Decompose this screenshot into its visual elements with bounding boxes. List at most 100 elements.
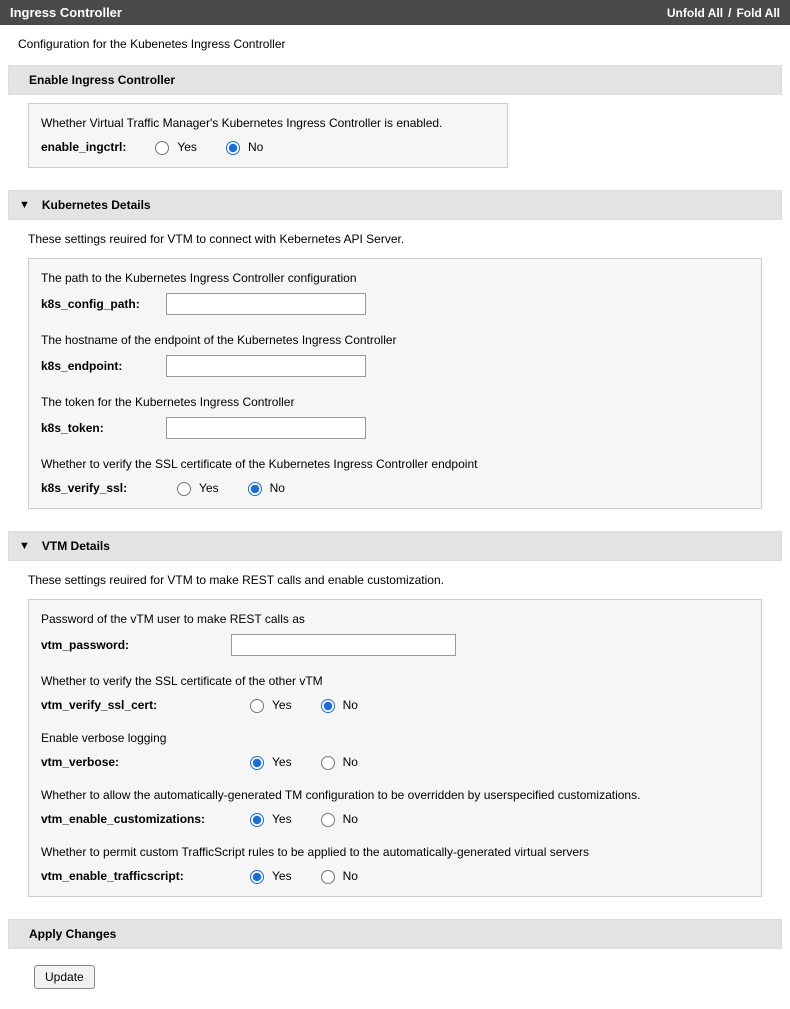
- vtm-customizations-yes-radio[interactable]: [250, 813, 264, 827]
- k8s-token-input[interactable]: [166, 417, 366, 439]
- vtm-customizations-row: vtm_enable_customizations: Yes No: [41, 810, 749, 827]
- enable-ingctrl-yes-label: Yes: [177, 140, 197, 154]
- vtm-verbose-label: vtm_verbose:: [41, 755, 231, 769]
- k8s-verify-ssl-yes-label: Yes: [199, 481, 219, 495]
- k8s-verify-ssl-yes-radio[interactable]: [177, 482, 191, 496]
- k8s-verify-ssl-no-option[interactable]: No: [243, 479, 285, 496]
- collapse-icon: ▼: [19, 199, 30, 211]
- k8s-verify-ssl-label: k8s_verify_ssl:: [41, 481, 166, 495]
- vtm-password-desc: Password of the vTM user to make REST ca…: [41, 612, 749, 626]
- page-description: Configuration for the Kubenetes Ingress …: [0, 25, 790, 65]
- vtm-customizations-no-option[interactable]: No: [316, 810, 358, 827]
- enable-ingctrl-label: enable_ingctrl:: [41, 140, 126, 154]
- vtm-verify-ssl-yes-label: Yes: [272, 698, 292, 712]
- section-header-vtm[interactable]: ▼ VTM Details: [8, 531, 782, 561]
- enable-ingctrl-yes-radio[interactable]: [155, 141, 169, 155]
- vtm-desc: These settings reuired for VTM to make R…: [0, 569, 790, 599]
- k8s-verify-ssl-yes-option[interactable]: Yes: [172, 479, 219, 496]
- vtm-verbose-no-label: No: [343, 755, 358, 769]
- k8s-token-row: k8s_token:: [41, 417, 749, 439]
- k8s-verify-ssl-no-label: No: [270, 481, 285, 495]
- vtm-verify-ssl-yes-option[interactable]: Yes: [245, 696, 292, 713]
- titlebar-sep: /: [728, 6, 731, 20]
- enable-ingctrl-radio-group: Yes No: [150, 138, 263, 155]
- k8s-verify-ssl-no-radio[interactable]: [248, 482, 262, 496]
- vtm-verbose-yes-option[interactable]: Yes: [245, 753, 292, 770]
- vtm-verbose-no-radio[interactable]: [321, 756, 335, 770]
- titlebar: Ingress Controller Unfold All / Fold All: [0, 0, 790, 25]
- vtm-customizations-desc: Whether to allow the automatically-gener…: [41, 788, 749, 802]
- k8s-token-desc: The token for the Kubernetes Ingress Con…: [41, 395, 749, 409]
- k8s-token-label: k8s_token:: [41, 421, 166, 435]
- vtm-password-label: vtm_password:: [41, 638, 231, 652]
- vtm-verbose-no-option[interactable]: No: [316, 753, 358, 770]
- page-title: Ingress Controller: [10, 5, 122, 20]
- vtm-verbose-block: Enable verbose logging vtm_verbose: Yes …: [41, 731, 749, 770]
- vtm-verbose-radio-group: Yes No: [245, 753, 358, 770]
- enable-ingctrl-yes-option[interactable]: Yes: [150, 138, 197, 155]
- titlebar-actions: Unfold All / Fold All: [667, 6, 780, 20]
- update-wrap: Update: [0, 957, 790, 1009]
- vtm-trafficscript-row: vtm_enable_trafficscript: Yes No: [41, 867, 749, 884]
- vtm-verify-ssl-yes-radio[interactable]: [250, 699, 264, 713]
- panel-k8s: The path to the Kubernetes Ingress Contr…: [28, 258, 762, 509]
- k8s-verify-ssl-block: Whether to verify the SSL certificate of…: [41, 457, 749, 496]
- vtm-password-row: vtm_password:: [41, 634, 749, 656]
- k8s-endpoint-label: k8s_endpoint:: [41, 359, 166, 373]
- fold-all-link[interactable]: Fold All: [736, 6, 780, 20]
- panel-enable: Whether Virtual Traffic Manager's Kubern…: [28, 103, 508, 168]
- vtm-trafficscript-yes-option[interactable]: Yes: [245, 867, 292, 884]
- vtm-password-block: Password of the vTM user to make REST ca…: [41, 612, 749, 656]
- vtm-verify-ssl-desc: Whether to verify the SSL certificate of…: [41, 674, 749, 688]
- vtm-trafficscript-block: Whether to permit custom TrafficScript r…: [41, 845, 749, 884]
- vtm-customizations-no-radio[interactable]: [321, 813, 335, 827]
- k8s-token-block: The token for the Kubernetes Ingress Con…: [41, 395, 749, 439]
- vtm-customizations-no-label: No: [343, 812, 358, 826]
- k8s-config-path-desc: The path to the Kubernetes Ingress Contr…: [41, 271, 749, 285]
- vtm-trafficscript-desc: Whether to permit custom TrafficScript r…: [41, 845, 749, 859]
- k8s-endpoint-input[interactable]: [166, 355, 366, 377]
- vtm-trafficscript-no-radio[interactable]: [321, 870, 335, 884]
- section-header-vtm-label: VTM Details: [42, 539, 110, 553]
- vtm-verify-ssl-no-label: No: [343, 698, 358, 712]
- vtm-customizations-yes-option[interactable]: Yes: [245, 810, 292, 827]
- k8s-config-path-row: k8s_config_path:: [41, 293, 749, 315]
- vtm-verbose-yes-radio[interactable]: [250, 756, 264, 770]
- vtm-trafficscript-yes-radio[interactable]: [250, 870, 264, 884]
- vtm-customizations-label: vtm_enable_customizations:: [41, 812, 231, 826]
- vtm-verbose-row: vtm_verbose: Yes No: [41, 753, 749, 770]
- k8s-endpoint-block: The hostname of the endpoint of the Kube…: [41, 333, 749, 377]
- section-header-apply-label: Apply Changes: [29, 927, 116, 941]
- k8s-config-path-input[interactable]: [166, 293, 366, 315]
- enable-ingctrl-no-radio[interactable]: [226, 141, 240, 155]
- vtm-trafficscript-no-option[interactable]: No: [316, 867, 358, 884]
- enable-desc: Whether Virtual Traffic Manager's Kubern…: [41, 116, 495, 130]
- vtm-verify-ssl-block: Whether to verify the SSL certificate of…: [41, 674, 749, 713]
- k8s-verify-ssl-row: k8s_verify_ssl: Yes No: [41, 479, 749, 496]
- vtm-verbose-yes-label: Yes: [272, 755, 292, 769]
- vtm-trafficscript-yes-label: Yes: [272, 869, 292, 883]
- k8s-verify-ssl-radio-group: Yes No: [172, 479, 285, 496]
- vtm-password-input[interactable]: [231, 634, 456, 656]
- vtm-customizations-yes-label: Yes: [272, 812, 292, 826]
- unfold-all-link[interactable]: Unfold All: [667, 6, 723, 20]
- k8s-config-path-label: k8s_config_path:: [41, 297, 166, 311]
- section-header-apply[interactable]: Apply Changes: [8, 919, 782, 949]
- section-header-enable-label: Enable Ingress Controller: [29, 73, 175, 87]
- section-header-enable[interactable]: Enable Ingress Controller: [8, 65, 782, 95]
- collapse-icon: ▼: [19, 540, 30, 552]
- vtm-verify-ssl-radio-group: Yes No: [245, 696, 358, 713]
- vtm-verify-ssl-no-radio[interactable]: [321, 699, 335, 713]
- enable-ingctrl-no-option[interactable]: No: [221, 138, 263, 155]
- vtm-trafficscript-label: vtm_enable_trafficscript:: [41, 869, 231, 883]
- vtm-verify-ssl-no-option[interactable]: No: [316, 696, 358, 713]
- vtm-verify-ssl-row: vtm_verify_ssl_cert: Yes No: [41, 696, 749, 713]
- k8s-desc: These settings reuired for VTM to connec…: [0, 228, 790, 258]
- vtm-customizations-radio-group: Yes No: [245, 810, 358, 827]
- section-header-k8s-label: Kubernetes Details: [42, 198, 151, 212]
- enable-ingctrl-no-label: No: [248, 140, 263, 154]
- update-button[interactable]: Update: [34, 965, 95, 989]
- section-header-k8s[interactable]: ▼ Kubernetes Details: [8, 190, 782, 220]
- vtm-verbose-desc: Enable verbose logging: [41, 731, 749, 745]
- vtm-trafficscript-radio-group: Yes No: [245, 867, 358, 884]
